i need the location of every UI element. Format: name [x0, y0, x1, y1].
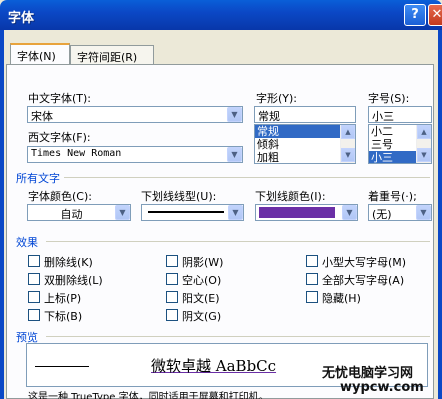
- shadow-checkbox[interactable]: [166, 255, 178, 267]
- emphasis-label: 着重号(·);: [368, 190, 417, 203]
- scroll-up-icon[interactable]: ▲: [341, 125, 355, 139]
- tab-font[interactable]: 字体(N): [10, 43, 70, 65]
- watermark-url: wypcw.com: [340, 380, 424, 395]
- superscript-label: 上标(P): [44, 292, 82, 305]
- west-font-select[interactable]: Times New Roman: [27, 146, 243, 163]
- strikethrough-label: 删除线(K): [44, 256, 93, 269]
- west-font-label: 西文字体(F):: [28, 131, 91, 144]
- size-input[interactable]: 小三: [368, 106, 432, 123]
- all-caps-label: 全部大写字母(A): [322, 274, 405, 287]
- superscript-checkbox[interactable]: [28, 291, 40, 303]
- small-caps-checkbox[interactable]: [306, 255, 318, 267]
- emboss-label: 阳文(E): [182, 292, 220, 305]
- underline-color-swatch: [259, 207, 335, 218]
- group-divider: [46, 336, 430, 337]
- preview-sample: 微软卓越 AaBbCc: [151, 357, 277, 375]
- cn-font-label: 中文字体(T):: [28, 92, 92, 105]
- cn-font-select[interactable]: 宋体: [27, 106, 243, 123]
- emboss-checkbox[interactable]: [166, 291, 178, 303]
- subscript-checkbox[interactable]: [28, 309, 40, 321]
- style-label: 字形(Y):: [256, 92, 298, 105]
- engrave-label: 阴文(G): [182, 310, 222, 323]
- group-divider: [64, 177, 430, 178]
- hidden-checkbox[interactable]: [306, 291, 318, 303]
- underline-sample-line: [148, 211, 224, 213]
- help-button[interactable]: ?: [404, 4, 426, 26]
- tab-character-spacing[interactable]: 字符间距(R): [70, 45, 154, 65]
- underline-type-label: 下划线线型(U):: [141, 190, 217, 203]
- preview-note: 这是一种 TrueType 字体，同时适用于屏幕和打印机。: [28, 392, 269, 399]
- engrave-checkbox[interactable]: [166, 309, 178, 321]
- outline-label: 空心(O): [182, 274, 222, 287]
- shadow-label: 阴影(W): [182, 256, 224, 269]
- window-frame-left: [0, 30, 4, 399]
- subscript-label: 下标(B): [44, 310, 83, 323]
- double-strikethrough-checkbox[interactable]: [28, 273, 40, 285]
- window-frame-right: [438, 30, 442, 399]
- size-label: 字号(S):: [368, 92, 410, 105]
- scroll-up-icon[interactable]: ▲: [417, 125, 431, 139]
- double-strikethrough-label: 双删除线(L): [44, 274, 103, 287]
- preview-underline-left: [35, 366, 89, 367]
- cn-font-dropdown-icon[interactable]: ▼: [227, 107, 242, 122]
- scroll-down-icon[interactable]: ▼: [341, 148, 355, 162]
- effects-group-label: 效果: [16, 236, 38, 249]
- font-color-dropdown-icon[interactable]: ▼: [115, 205, 130, 220]
- emphasis-dropdown-icon[interactable]: ▼: [416, 205, 431, 220]
- style-input[interactable]: 常规: [254, 106, 356, 123]
- outline-checkbox[interactable]: [166, 273, 178, 285]
- watermark-text: 无忧电脑学习网: [322, 366, 414, 381]
- strikethrough-checkbox[interactable]: [28, 255, 40, 267]
- group-divider: [46, 241, 430, 242]
- hidden-label: 隐藏(H): [322, 292, 361, 305]
- underline-type-dropdown-icon[interactable]: ▼: [228, 205, 243, 220]
- close-button[interactable]: ✕: [428, 4, 442, 26]
- small-caps-label: 小型大写字母(M): [322, 256, 407, 269]
- all-caps-checkbox[interactable]: [306, 273, 318, 285]
- underline-color-label: 下划线颜色(I):: [255, 190, 326, 203]
- title-bar[interactable]: [0, 0, 442, 30]
- scroll-down-icon[interactable]: ▼: [417, 148, 431, 162]
- west-font-dropdown-icon[interactable]: ▼: [227, 147, 242, 162]
- window-title: 字体: [8, 11, 35, 26]
- font-color-label: 字体颜色(C):: [28, 190, 92, 203]
- all-text-group-label: 所有文字: [16, 172, 60, 185]
- underline-color-dropdown-icon[interactable]: ▼: [342, 205, 357, 220]
